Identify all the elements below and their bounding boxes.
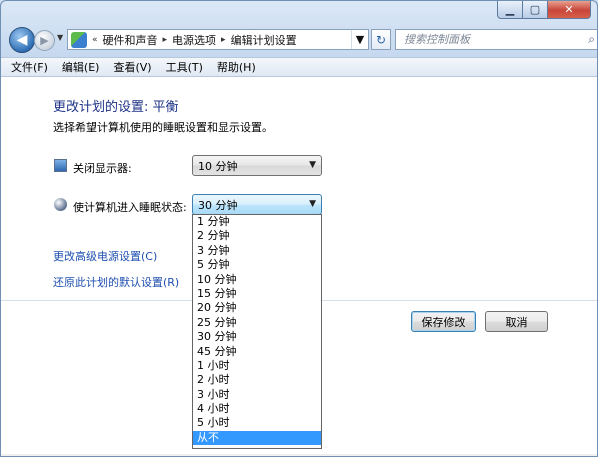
save-button[interactable]: 保存修改 — [411, 311, 476, 332]
refresh-icon: ↻ — [375, 32, 387, 47]
close-icon: ✕ — [564, 3, 574, 16]
minimize-icon: ▁ — [505, 3, 515, 16]
address-dropdown-button[interactable]: ▼ — [351, 30, 368, 49]
menu-edit[interactable]: 编辑(E) — [62, 59, 100, 75]
close-button[interactable]: ✕ — [548, 1, 591, 19]
dropdown-option[interactable]: 1 分钟 — [193, 215, 321, 229]
dropdown-option[interactable]: 10 分钟 — [193, 273, 321, 287]
menu-tools[interactable]: 工具(T) — [166, 59, 203, 75]
search-icon[interactable]: ⌕ — [588, 32, 595, 47]
dropdown-option[interactable]: 45 分钟 — [193, 345, 321, 359]
minimize-button[interactable]: ▁ — [497, 1, 523, 19]
dropdown-option[interactable]: 2 分钟 — [193, 229, 321, 243]
dropdown-option[interactable]: 25 分钟 — [193, 316, 321, 330]
moon-icon — [54, 198, 67, 211]
search-input[interactable] — [404, 31, 574, 48]
maximize-icon: ▢ — [529, 3, 541, 16]
breadcrumb-separator[interactable]: ▸ — [163, 35, 168, 45]
display-off-label: 关闭显示器: — [73, 162, 132, 175]
chevron-down-icon: ▼ — [57, 33, 64, 42]
back-button[interactable]: ◀ — [9, 27, 35, 53]
dropdown-option[interactable]: 3 分钟 — [193, 244, 321, 258]
caption-buttons: ▁ ▢ ✕ — [497, 1, 591, 19]
content-area: 更改计划的设置: 平衡 选择希望计算机使用的睡眠设置和显示设置。 关闭显示器: … — [1, 77, 597, 456]
control-panel-icon — [71, 31, 87, 48]
dropdown-option[interactable]: 30 分钟 — [193, 330, 321, 344]
forward-button[interactable]: ▶ — [34, 30, 55, 51]
dropdown-option[interactable]: 15 分钟 — [193, 287, 321, 301]
dropdown-option[interactable]: 3 小时 — [193, 388, 321, 402]
menu-view[interactable]: 查看(V) — [113, 59, 151, 75]
monitor-icon — [54, 159, 67, 172]
dropdown-option[interactable]: 5 小时 — [193, 416, 321, 430]
sleep-select[interactable]: 30 分钟 ▼ — [192, 194, 322, 215]
sleep-value: 30 分钟 — [198, 198, 238, 212]
breadcrumb-overflow[interactable]: « — [92, 35, 98, 45]
dropdown-option-selected[interactable]: 从不 — [193, 430, 321, 446]
forward-arrow-icon: ▶ — [40, 34, 49, 47]
display-off-value: 10 分钟 — [198, 159, 238, 173]
cancel-button[interactable]: 取消 — [485, 311, 548, 332]
window: ▁ ▢ ✕ ◀ ▶ ▼ « 硬件和声音 ▸ 电源选项 ▸ 编辑计划设置 ▼ ↻ … — [0, 0, 598, 457]
maximize-button[interactable]: ▢ — [523, 1, 548, 19]
chevron-down-icon: ▼ — [309, 160, 316, 170]
breadcrumb-separator[interactable]: ▸ — [221, 35, 226, 45]
recent-pages-dropdown[interactable]: ▼ — [57, 33, 63, 42]
chevron-down-icon: ▼ — [309, 199, 316, 209]
breadcrumb-edit-plan[interactable]: 编辑计划设置 — [231, 32, 297, 48]
sleep-dropdown-list: 1 分钟 2 分钟 3 分钟 5 分钟 10 分钟 15 分钟 20 分钟 25… — [192, 214, 322, 449]
page-title: 更改计划的设置: 平衡 — [53, 100, 179, 115]
advanced-power-settings-link[interactable]: 更改高级电源设置(C) — [53, 248, 157, 264]
page-subtitle: 选择希望计算机使用的睡眠设置和显示设置。 — [53, 121, 273, 134]
restore-defaults-link[interactable]: 还原此计划的默认设置(R) — [53, 274, 179, 290]
back-arrow-icon: ◀ — [16, 32, 28, 48]
address-bar[interactable]: « 硬件和声音 ▸ 电源选项 ▸ 编辑计划设置 ▼ — [67, 29, 369, 50]
chevron-down-icon: ▼ — [355, 33, 365, 46]
menu-help[interactable]: 帮助(H) — [217, 59, 256, 75]
dropdown-option[interactable]: 4 小时 — [193, 402, 321, 416]
breadcrumb-hardware-sound[interactable]: 硬件和声音 — [103, 32, 158, 48]
menu-file[interactable]: 文件(F) — [11, 59, 48, 75]
dropdown-option[interactable]: 2 小时 — [193, 373, 321, 387]
breadcrumb-power-options[interactable]: 电源选项 — [172, 32, 216, 48]
dropdown-option[interactable]: 1 小时 — [193, 359, 321, 373]
dropdown-option[interactable]: 5 分钟 — [193, 258, 321, 272]
refresh-button[interactable]: ↻ — [371, 29, 391, 50]
menu-bar: 文件(F) 编辑(E) 查看(V) 工具(T) 帮助(H) — [1, 57, 597, 77]
dropdown-option[interactable]: 20 分钟 — [193, 301, 321, 315]
display-off-select[interactable]: 10 分钟 ▼ — [192, 155, 322, 176]
search-box[interactable]: ⌕ — [395, 29, 597, 50]
navigation-bar: ◀ ▶ ▼ « 硬件和声音 ▸ 电源选项 ▸ 编辑计划设置 ▼ ↻ ⌕ — [9, 27, 597, 53]
sleep-label: 使计算机进入睡眠状态: — [73, 201, 187, 214]
